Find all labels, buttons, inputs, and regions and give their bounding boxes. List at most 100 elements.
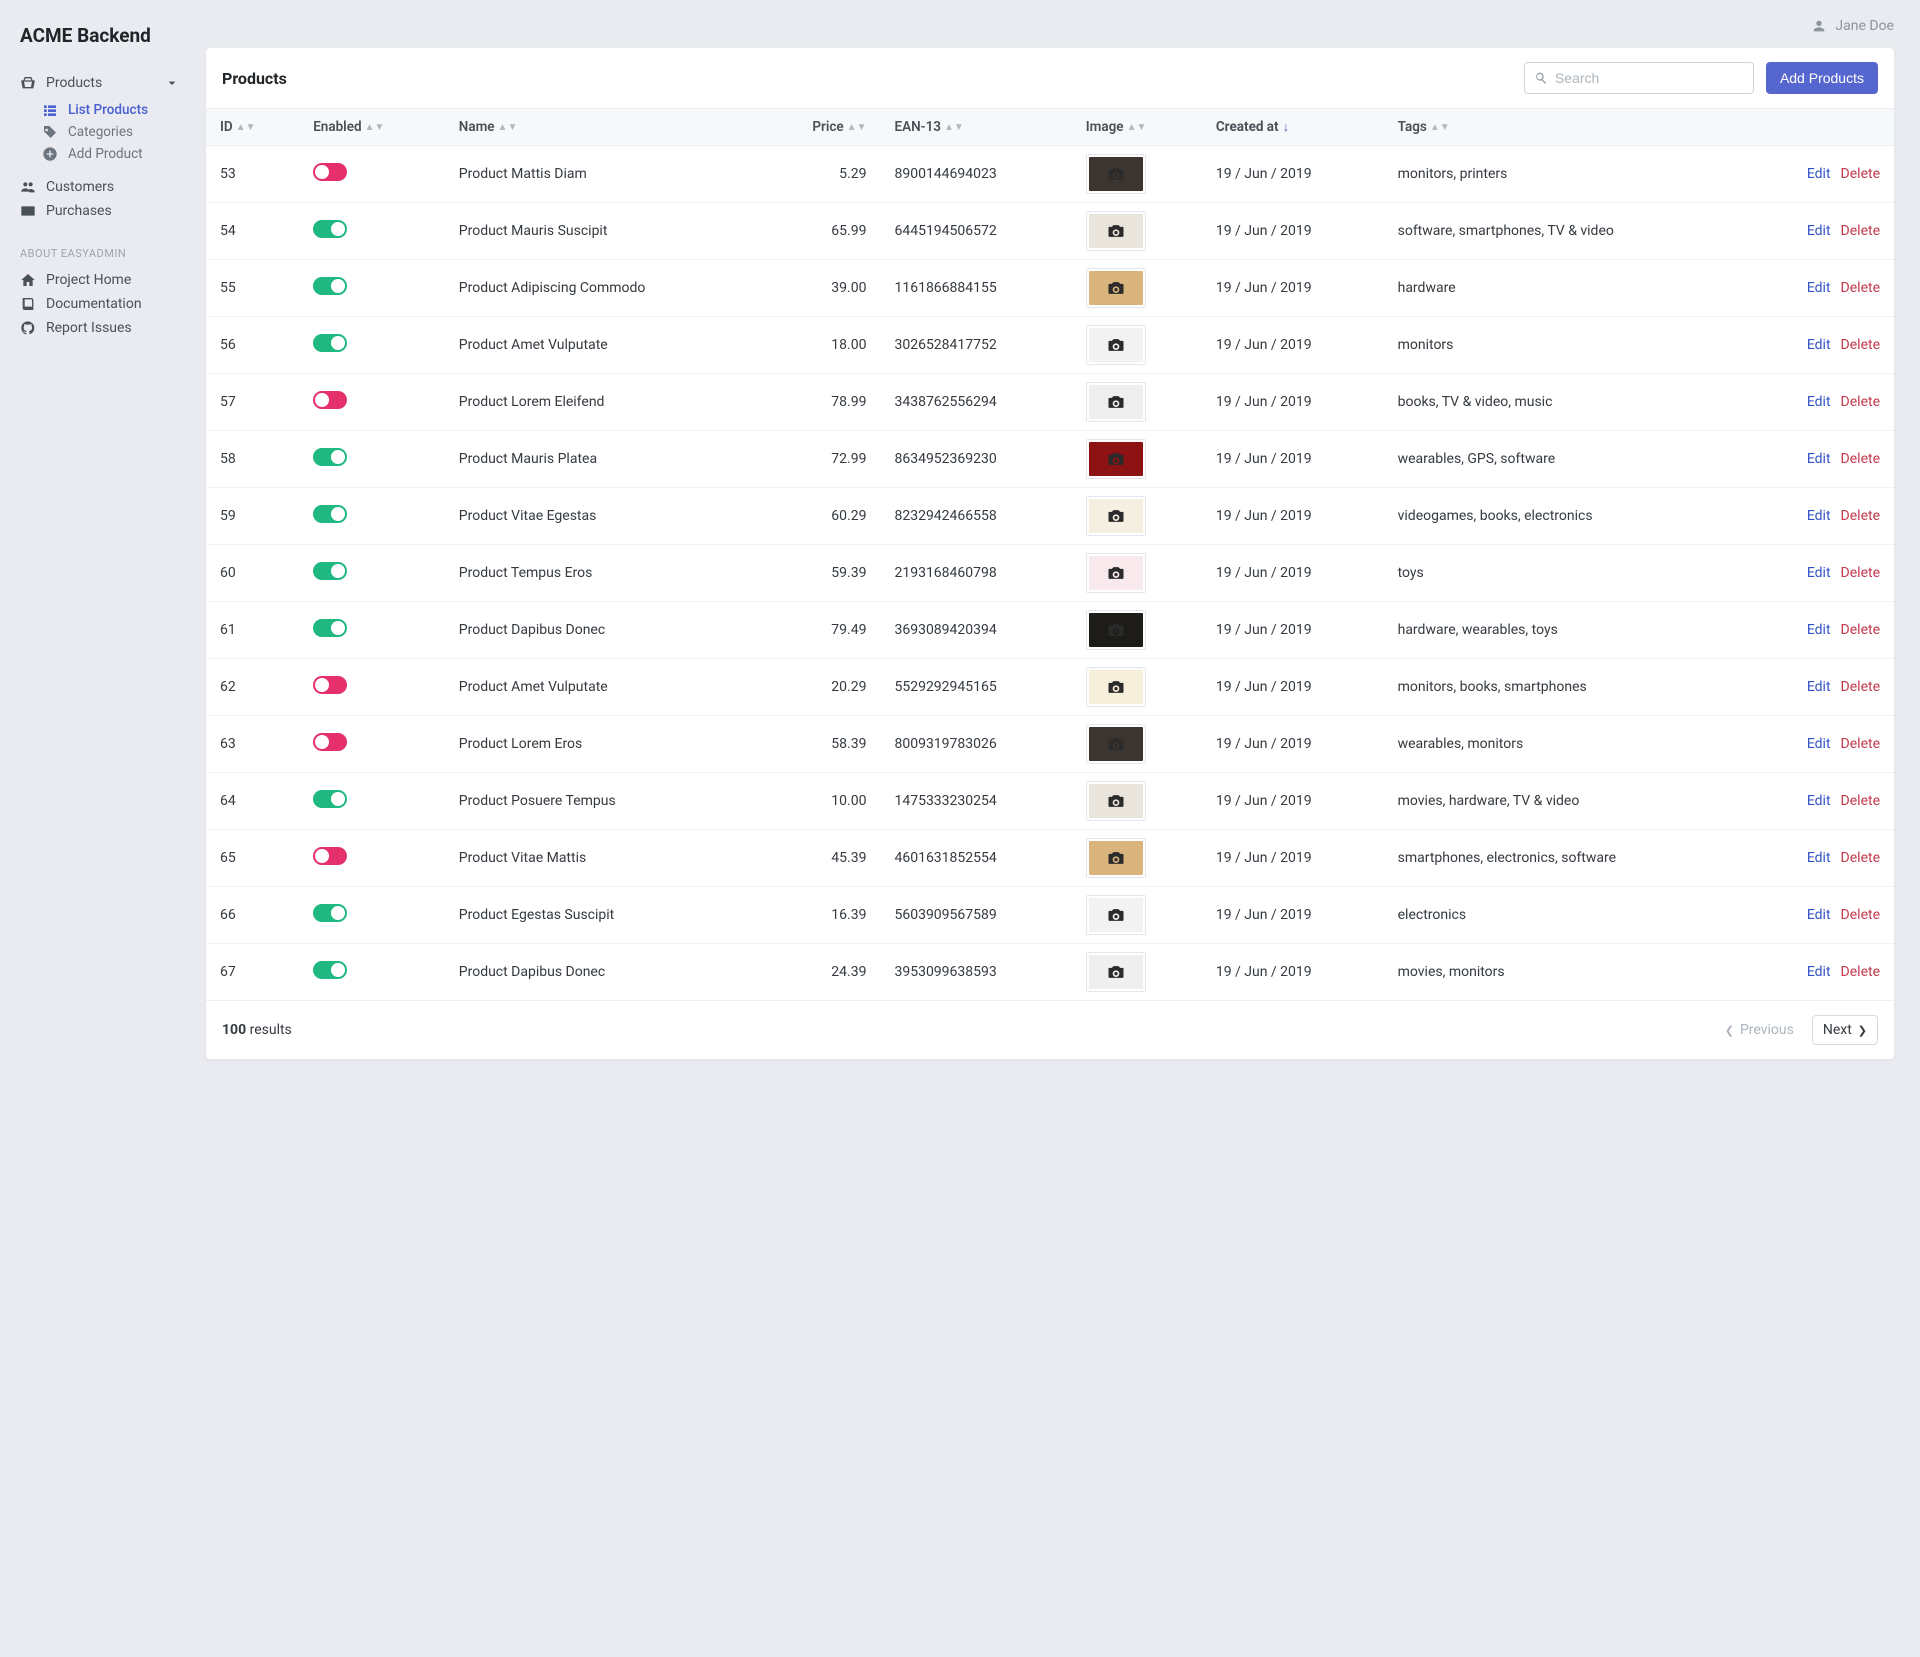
delete-link[interactable]: Delete (1841, 907, 1880, 923)
edit-link[interactable]: Edit (1807, 736, 1831, 752)
toggle-enabled[interactable] (313, 220, 347, 238)
cell-id: 57 (206, 374, 299, 431)
add-products-button[interactable]: Add Products (1766, 62, 1878, 94)
cell-created: 19 / Jun / 2019 (1202, 944, 1384, 1001)
cell-image (1072, 545, 1202, 602)
nav-documentation[interactable]: Documentation (20, 292, 180, 316)
cell-tags: movies, hardware, TV & video (1384, 773, 1746, 830)
product-thumb[interactable] (1086, 838, 1146, 878)
delete-link[interactable]: Delete (1841, 508, 1880, 524)
delete-link[interactable]: Delete (1841, 850, 1880, 866)
product-thumb[interactable] (1086, 211, 1146, 251)
product-thumb[interactable] (1086, 268, 1146, 308)
edit-link[interactable]: Edit (1807, 337, 1831, 353)
product-thumb[interactable] (1086, 382, 1146, 422)
edit-link[interactable]: Edit (1807, 394, 1831, 410)
delete-link[interactable]: Delete (1841, 679, 1880, 695)
delete-link[interactable]: Delete (1841, 280, 1880, 296)
pager-next[interactable]: Next ❯ (1812, 1015, 1878, 1045)
nav-categories[interactable]: Categories (42, 121, 180, 143)
nav-purchases[interactable]: Purchases (20, 199, 180, 223)
nav-add-product[interactable]: Add Product (42, 143, 180, 165)
toggle-enabled[interactable] (313, 847, 347, 865)
product-thumb[interactable] (1086, 895, 1146, 935)
edit-link[interactable]: Edit (1807, 508, 1831, 524)
product-thumb[interactable] (1086, 325, 1146, 365)
delete-link[interactable]: Delete (1841, 451, 1880, 467)
delete-link[interactable]: Delete (1841, 736, 1880, 752)
col-created[interactable]: Created at↓ (1202, 109, 1384, 146)
edit-link[interactable]: Edit (1807, 793, 1831, 809)
nav-project-home[interactable]: Project Home (20, 268, 180, 292)
toggle-enabled[interactable] (313, 619, 347, 637)
cell-created: 19 / Jun / 2019 (1202, 374, 1384, 431)
cell-enabled (299, 488, 445, 545)
sidebar: ACME Backend Products List Products C (0, 0, 200, 1657)
edit-link[interactable]: Edit (1807, 565, 1831, 581)
table-row: 57Product Lorem Eleifend78.9934387625562… (206, 374, 1894, 431)
nav-customers-label: Customers (46, 179, 114, 195)
chevron-down-icon (164, 75, 180, 91)
cell-tags: monitors (1384, 317, 1746, 374)
col-image[interactable]: Image▲▼ (1072, 109, 1202, 146)
nav-products[interactable]: Products (20, 71, 180, 95)
cell-tags: toys (1384, 545, 1746, 602)
toggle-enabled[interactable] (313, 334, 347, 352)
nav-list-products[interactable]: List Products (42, 99, 180, 121)
edit-link[interactable]: Edit (1807, 280, 1831, 296)
col-name[interactable]: Name▲▼ (445, 109, 760, 146)
edit-link[interactable]: Edit (1807, 964, 1831, 980)
product-thumb[interactable] (1086, 667, 1146, 707)
delete-link[interactable]: Delete (1841, 166, 1880, 182)
nav-report-issues[interactable]: Report Issues (20, 316, 180, 340)
toggle-enabled[interactable] (313, 733, 347, 751)
cell-price: 78.99 (760, 374, 881, 431)
product-thumb[interactable] (1086, 496, 1146, 536)
cell-id: 55 (206, 260, 299, 317)
col-enabled[interactable]: Enabled▲▼ (299, 109, 445, 146)
toggle-enabled[interactable] (313, 904, 347, 922)
toggle-enabled[interactable] (313, 163, 347, 181)
col-tags[interactable]: Tags▲▼ (1384, 109, 1746, 146)
delete-link[interactable]: Delete (1841, 394, 1880, 410)
cell-actions: Edit Delete (1745, 431, 1894, 488)
edit-link[interactable]: Edit (1807, 166, 1831, 182)
delete-link[interactable]: Delete (1841, 337, 1880, 353)
delete-link[interactable]: Delete (1841, 565, 1880, 581)
product-thumb[interactable] (1086, 154, 1146, 194)
col-ean[interactable]: EAN-13▲▼ (880, 109, 1071, 146)
toggle-enabled[interactable] (313, 505, 347, 523)
col-id[interactable]: ID▲▼ (206, 109, 299, 146)
edit-link[interactable]: Edit (1807, 622, 1831, 638)
toggle-enabled[interactable] (313, 391, 347, 409)
edit-link[interactable]: Edit (1807, 907, 1831, 923)
tags-icon (42, 124, 58, 140)
product-thumb[interactable] (1086, 610, 1146, 650)
nav-list-products-label: List Products (68, 102, 148, 118)
toggle-enabled[interactable] (313, 448, 347, 466)
toggle-enabled[interactable] (313, 277, 347, 295)
col-price[interactable]: Price▲▼ (760, 109, 881, 146)
product-thumb[interactable] (1086, 952, 1146, 992)
pager-previous[interactable]: ❮ Previous (1715, 1016, 1804, 1044)
product-thumb[interactable] (1086, 553, 1146, 593)
nav-customers[interactable]: Customers (20, 175, 180, 199)
toggle-enabled[interactable] (313, 790, 347, 808)
toggle-enabled[interactable] (313, 676, 347, 694)
toggle-enabled[interactable] (313, 562, 347, 580)
edit-link[interactable]: Edit (1807, 850, 1831, 866)
edit-link[interactable]: Edit (1807, 223, 1831, 239)
delete-link[interactable]: Delete (1841, 223, 1880, 239)
delete-link[interactable]: Delete (1841, 964, 1880, 980)
edit-link[interactable]: Edit (1807, 451, 1831, 467)
table-row: 59Product Vitae Egestas60.29823294246655… (206, 488, 1894, 545)
delete-link[interactable]: Delete (1841, 622, 1880, 638)
product-thumb[interactable] (1086, 724, 1146, 764)
delete-link[interactable]: Delete (1841, 793, 1880, 809)
edit-link[interactable]: Edit (1807, 679, 1831, 695)
user-menu[interactable]: Jane Doe (1811, 18, 1894, 34)
product-thumb[interactable] (1086, 439, 1146, 479)
search-input[interactable] (1524, 62, 1754, 94)
product-thumb[interactable] (1086, 781, 1146, 821)
toggle-enabled[interactable] (313, 961, 347, 979)
